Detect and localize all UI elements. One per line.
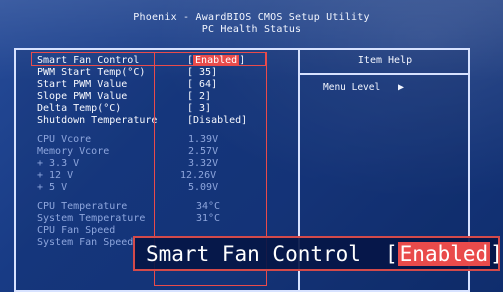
zoomed-enabled-value[interactable]: Enabled [397, 242, 491, 266]
setting-label: Slope PWM Value [37, 91, 128, 102]
setting-label: Start PWM Value [37, 79, 128, 90]
setting-label: Shutdown Temperature [37, 115, 158, 126]
bios-screen: Phoenix - AwardBIOS CMOS Setup Utility P… [0, 0, 503, 292]
setting-label: Delta Temp(°C) [37, 103, 122, 114]
reading-label: + 12 V [37, 170, 74, 181]
zoomed-setting-label: Smart Fan Control [146, 242, 361, 266]
reading-label: CPU Fan Speed [37, 225, 116, 236]
zoomed-selected-setting[interactable]: Smart Fan Control [Enabled] [133, 236, 503, 271]
zoomed-setting-value[interactable]: [Enabled] [385, 242, 503, 266]
reading-label: System Temperature [37, 213, 146, 224]
reading-label: Memory Vcore [37, 146, 110, 157]
zoomed-close-bracket: ] [490, 242, 503, 266]
reading-label: + 5 V [37, 182, 68, 193]
reading-label: System Fan Speed [37, 237, 134, 248]
reading-label: CPU Temperature [37, 201, 128, 212]
reading-label: + 3.3 V [37, 158, 80, 169]
zoomed-open-bracket: [ [385, 242, 398, 266]
setting-label: PWM Start Temp(°C) [37, 67, 146, 78]
reading-label: CPU Vcore [37, 134, 92, 145]
